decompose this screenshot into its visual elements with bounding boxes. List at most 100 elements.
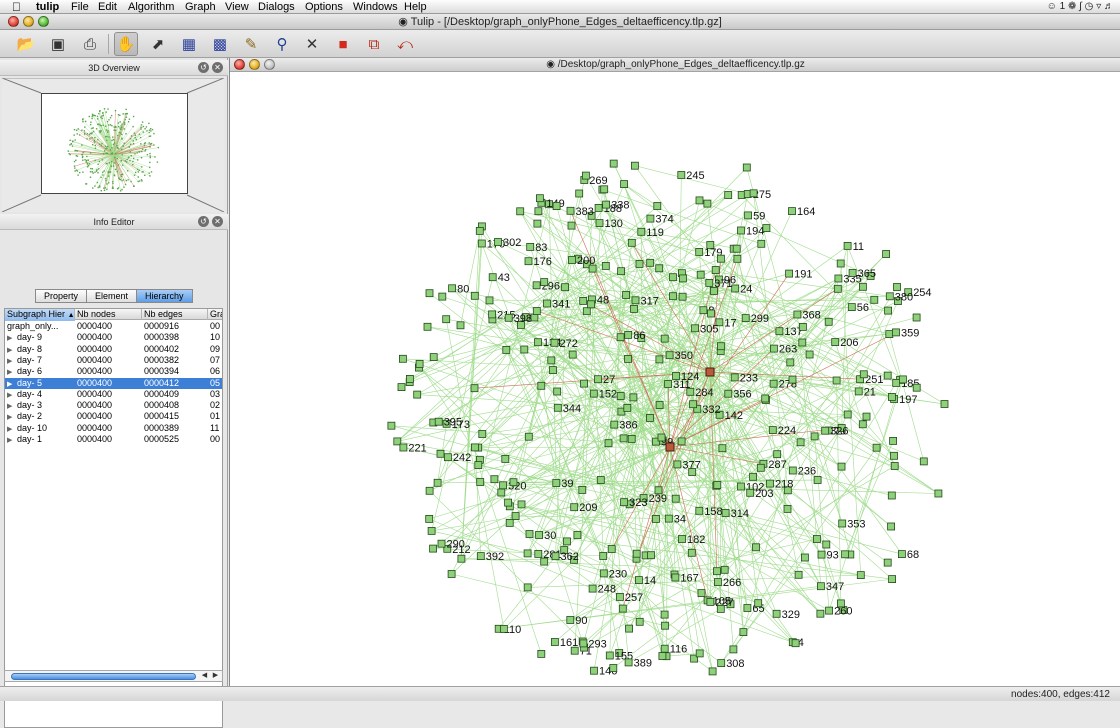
scroll-right-icon[interactable]: ▶ xyxy=(210,671,221,681)
graph-node[interactable] xyxy=(832,339,839,346)
menu-file[interactable]: File xyxy=(71,0,89,14)
graph-node[interactable] xyxy=(600,570,607,577)
graph-node[interactable] xyxy=(670,274,677,281)
graph-node[interactable] xyxy=(679,536,686,543)
graph-node[interactable] xyxy=(635,577,642,584)
graph-node[interactable] xyxy=(434,479,441,486)
overview-detach-icon[interactable]: ↺ xyxy=(198,62,209,73)
graph-node[interactable] xyxy=(569,351,576,358)
graph-node[interactable] xyxy=(576,190,583,197)
graph-node[interactable] xyxy=(544,300,551,307)
graph-node[interactable] xyxy=(665,515,672,522)
graph-node[interactable] xyxy=(697,271,704,278)
graph-node[interactable] xyxy=(435,418,442,425)
delete-element-icon[interactable]: ✕ xyxy=(300,32,324,56)
graph-node[interactable] xyxy=(567,617,574,624)
print-icon[interactable]: ⎙ xyxy=(78,32,102,56)
graph-node[interactable] xyxy=(883,251,890,258)
graph-node[interactable] xyxy=(491,476,498,483)
graph-node[interactable] xyxy=(625,355,632,362)
graph-node[interactable] xyxy=(789,376,796,383)
graph-node[interactable] xyxy=(704,200,711,207)
graph-node[interactable] xyxy=(842,551,849,558)
table-horizontal-scrollbar[interactable]: ◀ ▶ xyxy=(4,670,223,682)
graph-node[interactable] xyxy=(774,451,781,458)
graph-node[interactable] xyxy=(471,385,478,392)
graph-node[interactable] xyxy=(567,207,574,214)
user-icon[interactable]: ☺ xyxy=(1047,1,1057,12)
graph-node[interactable] xyxy=(814,477,821,484)
graph-node[interactable] xyxy=(718,660,725,667)
graph-node[interactable] xyxy=(510,479,517,486)
graph-node[interactable] xyxy=(889,576,896,583)
graph-node[interactable] xyxy=(743,164,750,171)
graph-node[interactable] xyxy=(406,375,413,382)
graph-node[interactable] xyxy=(568,222,575,229)
graph-node[interactable] xyxy=(767,480,774,487)
graph-node[interactable] xyxy=(477,479,484,486)
graph-node[interactable] xyxy=(890,437,897,444)
graph-node[interactable] xyxy=(595,376,602,383)
graph-node[interactable] xyxy=(610,665,617,672)
graph-node[interactable] xyxy=(600,553,607,560)
graph-node[interactable] xyxy=(478,240,485,247)
graph-node[interactable] xyxy=(913,314,920,321)
table-row[interactable]: ▶day- 90000400000039810 xyxy=(5,332,223,343)
graph-node[interactable] xyxy=(706,279,713,286)
graph-node[interactable] xyxy=(536,532,543,539)
tab-property[interactable]: Property xyxy=(35,289,87,303)
graph-node[interactable] xyxy=(661,335,668,342)
graph-node[interactable] xyxy=(582,172,589,179)
table-row[interactable]: ▶day- 50000400000041205 xyxy=(5,378,223,389)
graph-node[interactable] xyxy=(898,551,905,558)
table-row[interactable]: ▶day- 80000400000040209 xyxy=(5,344,223,355)
header-graph-id[interactable]: Gra xyxy=(208,309,223,320)
graph-node[interactable] xyxy=(893,329,900,336)
graph-node[interactable] xyxy=(826,607,833,614)
app-menu[interactable]: tulip xyxy=(36,0,59,14)
graph-node[interactable] xyxy=(524,550,531,557)
graph-node[interactable] xyxy=(458,555,465,562)
graph-node[interactable] xyxy=(762,395,769,402)
graph-node[interactable] xyxy=(574,532,581,539)
graph-node[interactable] xyxy=(525,258,532,265)
graph-node[interactable] xyxy=(797,439,804,446)
rectangle-select-icon[interactable]: ▦ xyxy=(177,32,201,56)
graph-node[interactable] xyxy=(787,359,794,366)
graph-node[interactable] xyxy=(475,462,482,469)
graph-node[interactable] xyxy=(518,501,525,508)
graph-node[interactable] xyxy=(822,427,829,434)
graph-node[interactable] xyxy=(730,646,737,653)
table-row[interactable]: ▶day- 60000400000039406 xyxy=(5,366,223,377)
graph-node[interactable] xyxy=(554,388,561,395)
graph-node[interactable] xyxy=(551,339,558,346)
graph-node[interactable] xyxy=(591,667,598,674)
graph-node[interactable] xyxy=(678,172,685,179)
graph-node[interactable] xyxy=(426,290,433,297)
graph-node[interactable] xyxy=(763,225,770,232)
graph-node[interactable] xyxy=(538,650,545,657)
graph-node[interactable] xyxy=(569,257,576,264)
graph-node[interactable] xyxy=(583,308,590,315)
graph-node[interactable] xyxy=(500,625,507,632)
graph-node[interactable] xyxy=(714,482,721,489)
graph-node[interactable] xyxy=(833,377,840,384)
graph-node[interactable] xyxy=(388,422,395,429)
graph-node[interactable] xyxy=(653,515,660,522)
graph-node[interactable] xyxy=(733,245,740,252)
graph-node[interactable] xyxy=(696,507,703,514)
info-editor-detach-icon[interactable]: ↺ xyxy=(198,216,209,227)
graph-node[interactable] xyxy=(935,490,942,497)
graph-node[interactable] xyxy=(500,482,507,489)
graph-node[interactable] xyxy=(773,610,780,617)
graph-node[interactable] xyxy=(399,355,406,362)
graph-node[interactable] xyxy=(839,520,846,527)
edit-pencil-icon[interactable]: ✎ xyxy=(239,32,263,56)
graph-node[interactable] xyxy=(740,629,747,636)
table-row[interactable]: ▶day- 10000400000052500 xyxy=(5,434,223,445)
graph-node[interactable] xyxy=(550,367,557,374)
menu-edit[interactable]: Edit xyxy=(98,0,117,14)
graph-node[interactable] xyxy=(553,203,560,210)
graph-node[interactable] xyxy=(817,583,824,590)
graph-node[interactable] xyxy=(541,279,548,286)
